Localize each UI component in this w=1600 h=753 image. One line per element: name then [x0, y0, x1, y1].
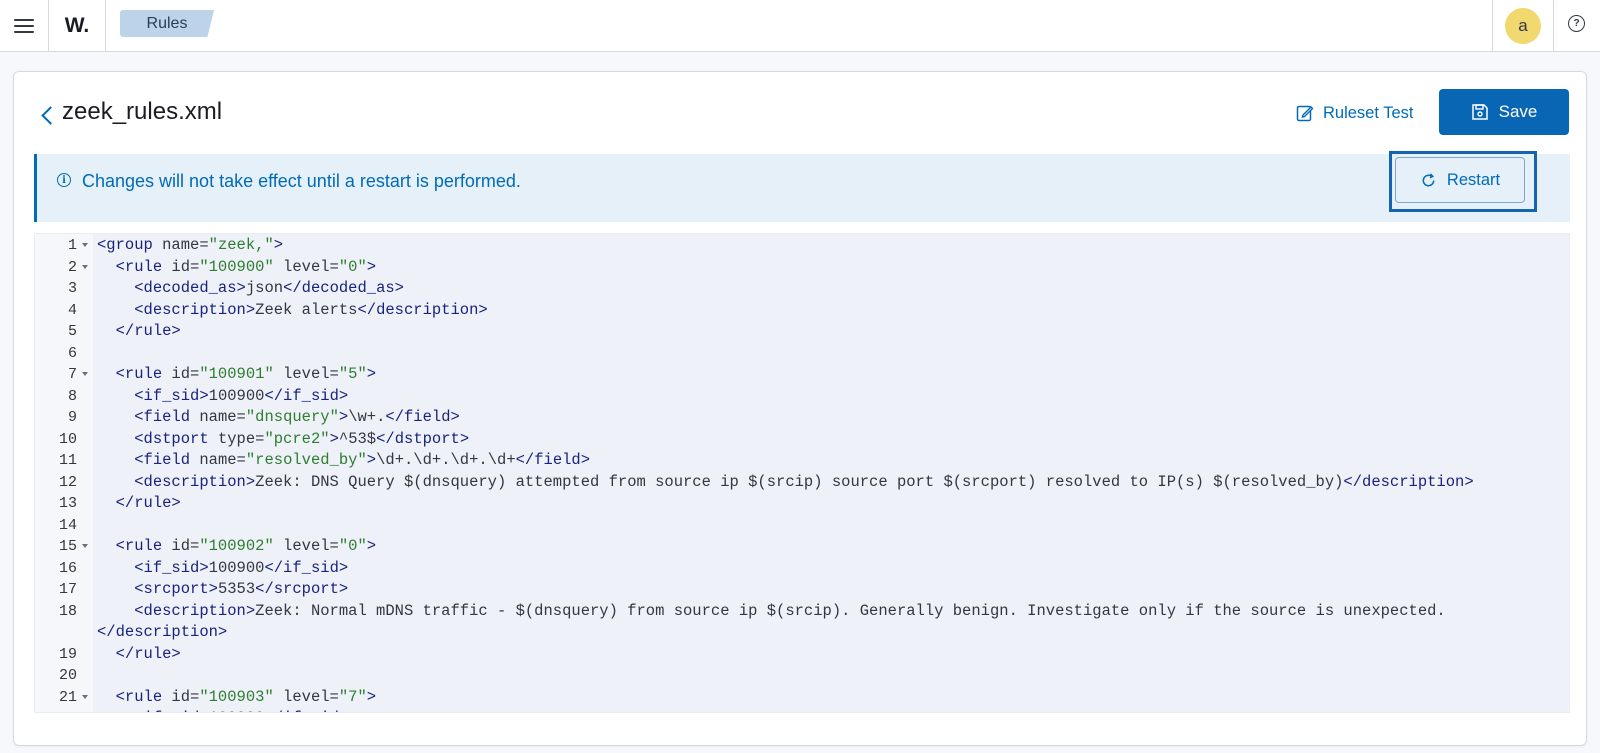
- line-number: 2: [67, 258, 77, 276]
- code-line[interactable]: 22 <if_sid>100900</if_sid>: [35, 708, 1569, 712]
- line-number: 19: [58, 645, 77, 663]
- code-line[interactable]: 18 <description>Zeek: Normal mDNS traffi…: [35, 601, 1569, 623]
- ruleset-test-button[interactable]: Ruleset Test: [1296, 100, 1414, 126]
- code-line[interactable]: 3 <decoded_as>json</decoded_as>: [35, 278, 1569, 300]
- code-text: <rule id="100900" level="0">: [115, 257, 377, 276]
- code-line[interactable]: 8 <if_sid>100900</if_sid>: [35, 386, 1569, 408]
- refresh-icon: [1422, 172, 1435, 186]
- code-line[interactable]: 15 <rule id="100902" level="0">: [35, 536, 1569, 558]
- code-line[interactable]: 21 <rule id="100903" level="7">: [35, 687, 1569, 709]
- line-number: 20: [58, 667, 77, 684]
- edit-document-icon: [1296, 105, 1314, 122]
- code-line[interactable]: 19 </rule>: [35, 644, 1569, 666]
- code-line[interactable]: 13 </rule>: [35, 493, 1569, 515]
- code-text: <if_sid>100900</if_sid>: [97, 708, 348, 712]
- code-text: <if_sid>100900</if_sid>: [134, 386, 349, 405]
- code-text: <if_sid>100900</if_sid>: [134, 558, 349, 577]
- callout-message: Changes will not take effect until a res…: [82, 171, 521, 191]
- line-number: 16: [58, 559, 77, 577]
- code-editor[interactable]: 1 <group name="zeek,"> 2 <rule id="100900"…: [34, 233, 1570, 713]
- code-line[interactable]: 14: [35, 515, 1569, 537]
- back-chevron-icon[interactable]: [39, 103, 57, 127]
- info-icon: i: [57, 173, 71, 187]
- code-text: <srcport>5353</srcport>: [134, 580, 349, 598]
- code-line[interactable]: 4 <description>Zeek alerts</description>: [35, 300, 1569, 322]
- code-text: <decoded_as>json</decoded_as>: [134, 279, 404, 297]
- code-line[interactable]: 5 </rule>: [35, 321, 1569, 343]
- breadcrumb-rules[interactable]: Rules: [120, 10, 214, 37]
- ruleset-test-label: Ruleset Test: [1323, 103, 1414, 122]
- code-text: <group name="zeek,">: [97, 236, 284, 254]
- code-line[interactable]: 17 <srcport>5353</srcport>: [35, 579, 1569, 601]
- page-title: zeek_rules.xml: [62, 98, 223, 125]
- line-number: 15: [58, 538, 77, 555]
- fold-caret-icon[interactable]: [82, 264, 88, 269]
- line-number: 18: [58, 602, 77, 620]
- line-number: 11: [58, 452, 77, 469]
- line-number: 9: [67, 409, 77, 426]
- logo-text: W.: [64, 14, 90, 37]
- code-text: </rule>: [115, 644, 181, 663]
- line-number: 3: [67, 280, 77, 297]
- restart-button[interactable]: Restart: [1395, 157, 1525, 203]
- line-number: 1: [67, 237, 77, 254]
- code-text: <description>Zeek alerts</description>: [134, 300, 488, 319]
- line-number: 8: [67, 387, 77, 405]
- line-number: 21: [58, 688, 77, 706]
- app-logo[interactable]: W.: [49, 0, 106, 52]
- code-text: </rule>: [115, 494, 181, 512]
- save-label: Save: [1498, 102, 1538, 121]
- avatar[interactable]: a: [1505, 8, 1541, 44]
- top-header: W. Rules a ?: [0, 0, 1600, 52]
- line-number: 7: [67, 366, 77, 383]
- code-text: <dstport type="pcre2">^53$</dstport>: [134, 429, 470, 448]
- line-number: 13: [58, 495, 77, 512]
- line-number: 14: [58, 516, 77, 534]
- code-text: <rule id="100901" level="5">: [115, 365, 377, 383]
- code-line[interactable]: 11 <field name="resolved_by">\d+.\d+.\d+…: [35, 450, 1569, 472]
- line-number: 17: [58, 581, 77, 598]
- code-text: <field name="dnsquery">\w+.</field>: [134, 408, 460, 426]
- help-icon[interactable]: ?: [1568, 15, 1585, 32]
- line-number: 22: [35, 708, 77, 712]
- menu-button[interactable]: [0, 0, 49, 52]
- code-text: </description>: [97, 623, 228, 641]
- code-line[interactable]: 7 <rule id="100901" level="5">: [35, 364, 1569, 386]
- code-text: </rule>: [115, 322, 181, 340]
- line-number: 12: [58, 473, 77, 491]
- user-menu[interactable]: a: [1492, 0, 1554, 52]
- code-line[interactable]: 10 <dstport type="pcre2">^53$</dstport>: [35, 429, 1569, 451]
- line-number: 10: [58, 430, 77, 448]
- line-number: 5: [67, 323, 77, 340]
- restart-callout: i Changes will not take effect until a r…: [34, 151, 1570, 222]
- code-text: <description>Zeek: Normal mDNS traffic -…: [134, 601, 1446, 620]
- code-line[interactable]: </description>: [35, 622, 1569, 644]
- code-line[interactable]: 9 <field name="dnsquery">\w+.</field>: [35, 407, 1569, 429]
- code-text: <description>Zeek: DNS Query $(dnsquery)…: [134, 472, 1474, 491]
- code-line[interactable]: 1 <group name="zeek,">: [35, 235, 1569, 257]
- fold-caret-icon[interactable]: [82, 694, 88, 699]
- fold-caret-icon[interactable]: [82, 243, 88, 247]
- code-line[interactable]: 6: [35, 343, 1569, 365]
- line-number: 4: [67, 301, 77, 319]
- save-button[interactable]: Save: [1439, 89, 1569, 135]
- restart-label: Restart: [1446, 170, 1501, 189]
- fold-caret-icon[interactable]: [82, 372, 88, 376]
- rule-file-panel: zeek_rules.xml Ruleset Test Save i Chang…: [13, 71, 1587, 746]
- code-line[interactable]: 20: [35, 665, 1569, 687]
- code-line[interactable]: 12 <description>Zeek: DNS Query $(dnsque…: [35, 472, 1569, 494]
- code-line[interactable]: 16 <if_sid>100900</if_sid>: [35, 558, 1569, 580]
- fold-caret-icon[interactable]: [82, 544, 88, 548]
- code-text: <rule id="100903" level="7">: [115, 687, 377, 706]
- line-number: 6: [67, 344, 77, 362]
- code-text: <rule id="100902" level="0">: [115, 537, 377, 555]
- code-text: <field name="resolved_by">\d+.\d+.\d+.\d…: [134, 451, 591, 469]
- hamburger-icon: [14, 18, 34, 34]
- code-line[interactable]: 2 <rule id="100900" level="0">: [35, 257, 1569, 279]
- save-icon: [1471, 104, 1488, 120]
